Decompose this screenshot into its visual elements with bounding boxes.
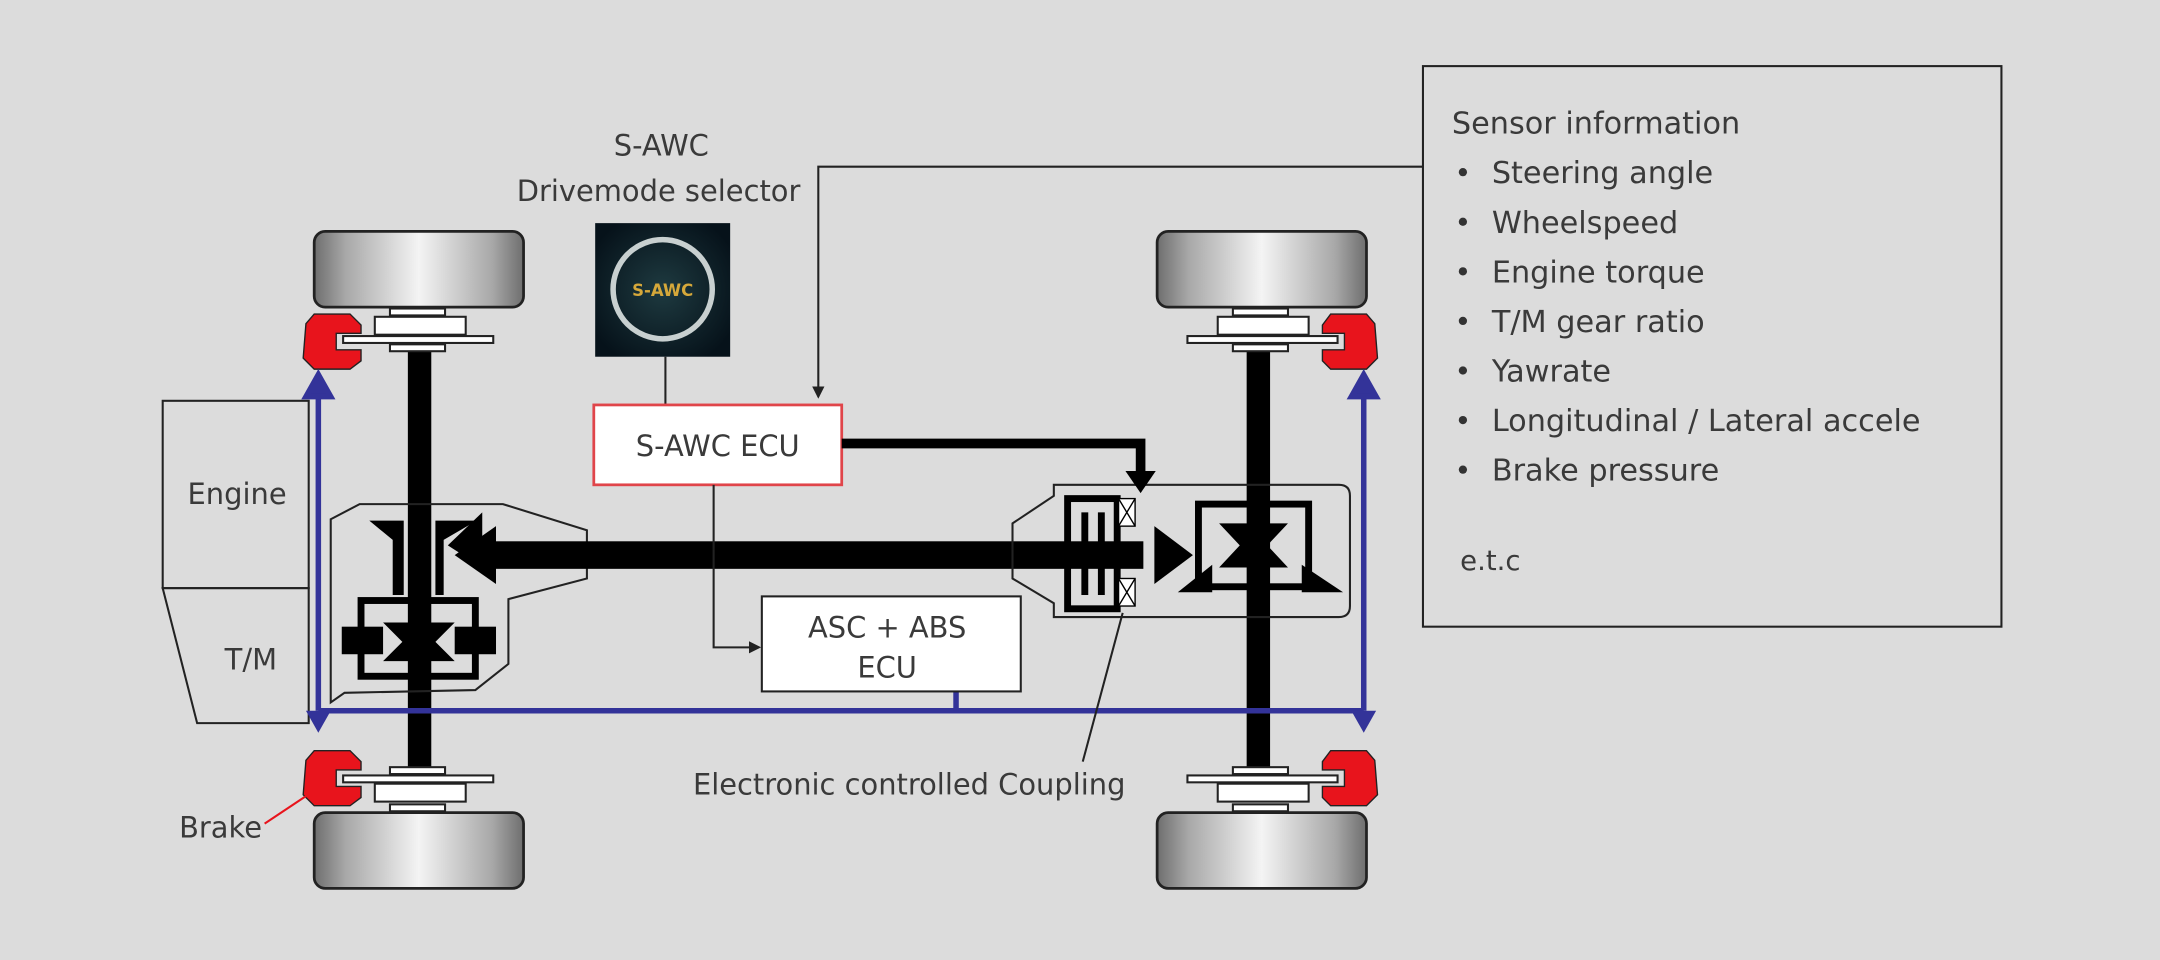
wheel-rear-right xyxy=(1155,811,1368,890)
sensor-item: Steering angle xyxy=(1492,156,1713,191)
sensor-item: T/M gear ratio xyxy=(1491,305,1705,340)
brake-label: Brake xyxy=(179,810,262,844)
sensor-item: Brake pressure xyxy=(1492,454,1719,489)
sensor-item: Wheelspeed xyxy=(1492,206,1678,241)
sensor-item: Longitudinal / Lateral accele xyxy=(1492,404,1921,439)
selector-title-line1: S-AWC xyxy=(614,129,709,163)
sawc-ecu-label: S-AWC ECU xyxy=(636,429,800,463)
left-axle xyxy=(407,341,432,772)
asc-abs-label-line2: ECU xyxy=(857,651,917,685)
drivemode-selector-knob: S-AWC xyxy=(595,223,731,357)
knob-label: S-AWC xyxy=(632,281,693,300)
sensor-info-footer: e.t.c xyxy=(1460,545,1520,577)
wheel-front-right xyxy=(1155,230,1368,309)
sensor-item: Yawrate xyxy=(1491,355,1611,390)
selector-title-line2: Drivemode selector xyxy=(517,174,801,208)
sawc-system-diagram: Engine T/M S-AWC Drivemode selector S-AW… xyxy=(161,65,2003,890)
wheel-rear-left xyxy=(312,811,525,890)
sensor-info-title: Sensor information xyxy=(1452,107,1740,142)
sensor-list: Steering angle Wheelspeed Engine torque … xyxy=(1458,156,1921,489)
coupling-label: Electronic controlled Coupling xyxy=(693,768,1125,802)
asc-abs-label-line1: ASC + ABS xyxy=(808,611,966,645)
transmission-label: T/M xyxy=(224,642,277,676)
wheel-front-left xyxy=(312,230,525,309)
sensor-info-box xyxy=(1421,65,2003,628)
ecu-to-coupling-arrow xyxy=(841,438,1146,476)
engine-label: Engine xyxy=(188,477,287,511)
sensor-item: Engine torque xyxy=(1492,255,1705,290)
